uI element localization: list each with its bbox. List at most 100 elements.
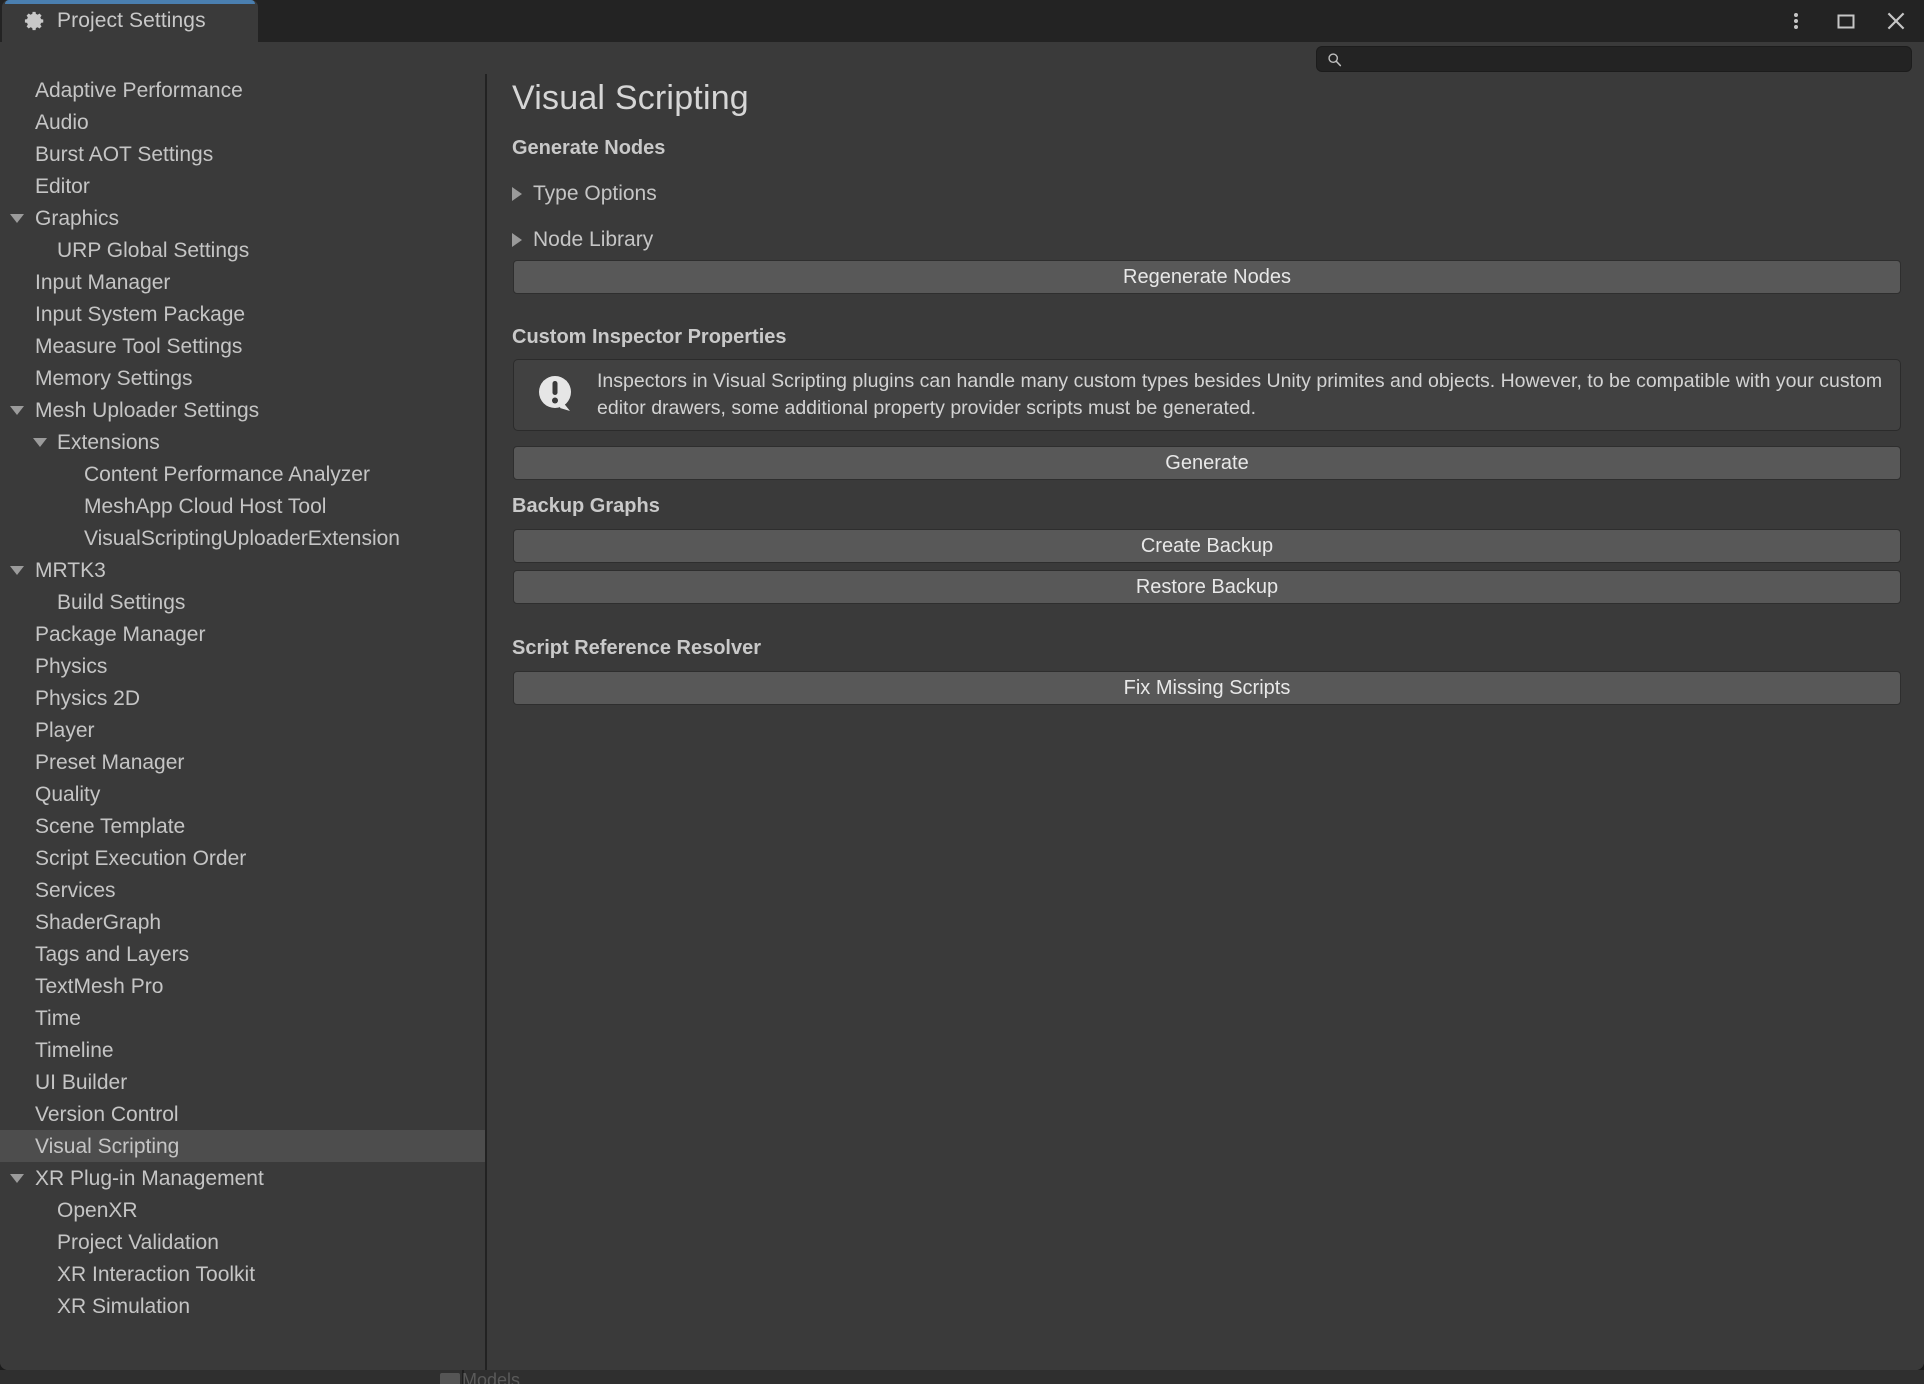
search-icon — [1328, 52, 1342, 66]
sidebar-item-label: Project Validation — [57, 1230, 219, 1254]
sidebar-item-label: Input System Package — [35, 302, 246, 326]
sidebar-item-quality[interactable]: Quality — [0, 778, 485, 810]
chevron-right-icon — [512, 233, 522, 247]
sidebar-item-urp-global-settings[interactable]: URP Global Settings — [0, 234, 485, 266]
sidebar-item-player[interactable]: Player — [0, 714, 485, 746]
create-backup-button[interactable]: Create Backup — [513, 529, 1901, 563]
sidebar-item-audio[interactable]: Audio — [0, 106, 485, 138]
sidebar-item-package-manager[interactable]: Package Manager — [0, 618, 485, 650]
sidebar-item-time[interactable]: Time — [0, 1002, 485, 1034]
chevron-down-icon[interactable] — [10, 405, 24, 415]
chevron-down-icon[interactable] — [10, 1173, 24, 1183]
project-settings-window: Project Settings Adaptive Performance Au… — [0, 0, 1924, 1384]
background-window-peek: Models — [0, 1370, 1924, 1384]
sidebar-item-textmesh-pro[interactable]: TextMesh Pro — [0, 970, 485, 1002]
generate-button[interactable]: Generate — [513, 446, 1901, 480]
sidebar-item-label: Visual Scripting — [35, 1134, 180, 1158]
sidebar-item-ui-builder[interactable]: UI Builder — [0, 1066, 485, 1098]
sidebar-item-burst-aot-settings[interactable]: Burst AOT Settings — [0, 138, 485, 170]
sidebar-item-label: Scene Template — [35, 814, 186, 838]
sidebar-item-measure-tool-settings[interactable]: Measure Tool Settings — [0, 330, 485, 362]
sidebar-item-input-system-package[interactable]: Input System Package — [0, 298, 485, 330]
restore-backup-button[interactable]: Restore Backup — [513, 570, 1901, 604]
sidebar-item-mesh-uploader-settings[interactable]: Mesh Uploader Settings — [0, 394, 485, 426]
sidebar-item-label: Content Performance Analyzer — [84, 462, 370, 486]
sidebar-item-project-validation[interactable]: Project Validation — [0, 1226, 485, 1258]
info-bubble-icon — [539, 376, 571, 411]
sidebar-item-label: Mesh Uploader Settings — [35, 398, 260, 422]
sidebar-item-scene-template[interactable]: Scene Template — [0, 810, 485, 842]
close-glyph — [1887, 12, 1905, 30]
sidebar-item-physics-2d[interactable]: Physics 2D — [0, 682, 485, 714]
sidebar-item-label: Time — [35, 1006, 81, 1030]
sidebar-item-openxr[interactable]: OpenXR — [0, 1194, 485, 1226]
sidebar-item-adaptive-performance[interactable]: Adaptive Performance — [0, 74, 485, 106]
search-field[interactable] — [1316, 46, 1912, 72]
sidebar-item-editor[interactable]: Editor — [0, 170, 485, 202]
maximize-icon[interactable] — [1828, 3, 1864, 39]
sidebar-item-label: Timeline — [35, 1038, 114, 1062]
kebab-dot — [1794, 25, 1798, 29]
sidebar-item-label: XR Interaction Toolkit — [57, 1262, 256, 1286]
sidebar-item-shadergraph[interactable]: ShaderGraph — [0, 906, 485, 938]
sidebar-item-label: ShaderGraph — [35, 910, 162, 934]
sidebar-item-label: Measure Tool Settings — [35, 334, 243, 358]
sidebar-item-label: Editor — [35, 174, 90, 198]
sidebar-item-xr-interaction-toolkit[interactable]: XR Interaction Toolkit — [0, 1258, 485, 1290]
sidebar-item-services[interactable]: Services — [0, 874, 485, 906]
foldout-node-library[interactable]: Node Library — [512, 228, 653, 252]
kebab-dot — [1794, 13, 1798, 17]
sidebar-item-tags-and-layers[interactable]: Tags and Layers — [0, 938, 485, 970]
sidebar-item-version-control[interactable]: Version Control — [0, 1098, 485, 1130]
sidebar-item-script-execution-order[interactable]: Script Execution Order — [0, 842, 485, 874]
peek-label: Models — [462, 1370, 521, 1384]
sidebar-item-timeline[interactable]: Timeline — [0, 1034, 485, 1066]
section-heading-backup-graphs: Backup Graphs — [512, 495, 660, 517]
sidebar-item-extensions[interactable]: Extensions — [0, 426, 485, 458]
kebab-menu-icon[interactable] — [1778, 3, 1814, 39]
sidebar-item-label: MeshApp Cloud Host Tool — [84, 494, 327, 518]
regenerate-nodes-button[interactable]: Regenerate Nodes — [513, 260, 1901, 294]
sidebar-item-build-settings[interactable]: Build Settings — [0, 586, 485, 618]
sidebar-item-label: UI Builder — [35, 1070, 128, 1094]
search-input[interactable] — [1349, 50, 1889, 68]
sidebar-item-label: Version Control — [35, 1102, 179, 1126]
sidebar-item-label: Adaptive Performance — [35, 78, 243, 102]
sidebar-item-mrtk3[interactable]: MRTK3 — [0, 554, 485, 586]
sidebar-item-physics[interactable]: Physics — [0, 650, 485, 682]
tab-project-settings[interactable]: Project Settings — [2, 0, 258, 42]
sidebar-item-visualscriptinguploaderextension[interactable]: VisualScriptingUploaderExtension — [0, 522, 485, 554]
sidebar-item-preset-manager[interactable]: Preset Manager — [0, 746, 485, 778]
sidebar-item-label: MRTK3 — [35, 558, 106, 582]
sidebar-item-input-manager[interactable]: Input Manager — [0, 266, 485, 298]
sidebar-item-label: Tags and Layers — [35, 942, 190, 966]
custom-inspector-help-text: Inspectors in Visual Scripting plugins c… — [597, 370, 1883, 419]
content-area: Adaptive Performance Audio Burst AOT Setti… — [0, 74, 1924, 1370]
sidebar-item-visual-scripting[interactable]: Visual Scripting — [0, 1130, 485, 1162]
sidebar-item-memory-settings[interactable]: Memory Settings — [0, 362, 485, 394]
sidebar-item-content-performance-analyzer[interactable]: Content Performance Analyzer — [0, 458, 485, 490]
chevron-down-icon[interactable] — [10, 213, 24, 223]
sidebar-item-graphics[interactable]: Graphics — [0, 202, 485, 234]
sidebar-item-label: Player — [35, 718, 95, 742]
fix-missing-scripts-button[interactable]: Fix Missing Scripts — [513, 671, 1901, 705]
sidebar-item-label: VisualScriptingUploaderExtension — [84, 526, 400, 550]
chevron-down-icon[interactable] — [33, 437, 47, 447]
sidebar-item-meshapp-cloud-host-tool[interactable]: MeshApp Cloud Host Tool — [0, 490, 485, 522]
settings-sidebar[interactable]: Adaptive Performance Audio Burst AOT Setti… — [0, 74, 485, 1370]
foldout-type-options[interactable]: Type Options — [512, 182, 657, 206]
page-title: Visual Scripting — [512, 79, 749, 117]
close-icon[interactable] — [1878, 3, 1914, 39]
sidebar-item-label: XR Simulation — [57, 1294, 191, 1318]
sidebar-item-xr-simulation[interactable]: XR Simulation — [0, 1290, 485, 1322]
chevron-down-icon[interactable] — [10, 565, 24, 575]
sidebar-item-label: Memory Settings — [35, 366, 193, 390]
sidebar-item-label: Services — [35, 878, 116, 902]
visual-scripting-panel: Visual Scripting Generate Nodes Type Opt… — [487, 74, 1924, 1370]
sidebar-item-label: Preset Manager — [35, 750, 185, 774]
sidebar-item-xr-plug-in-management[interactable]: XR Plug-in Management — [0, 1162, 485, 1194]
sidebar-item-label: Extensions — [57, 430, 160, 454]
kebab-dot — [1794, 19, 1798, 23]
sidebar-item-label: Physics — [35, 654, 108, 678]
sidebar-item-label: Build Settings — [57, 590, 186, 614]
